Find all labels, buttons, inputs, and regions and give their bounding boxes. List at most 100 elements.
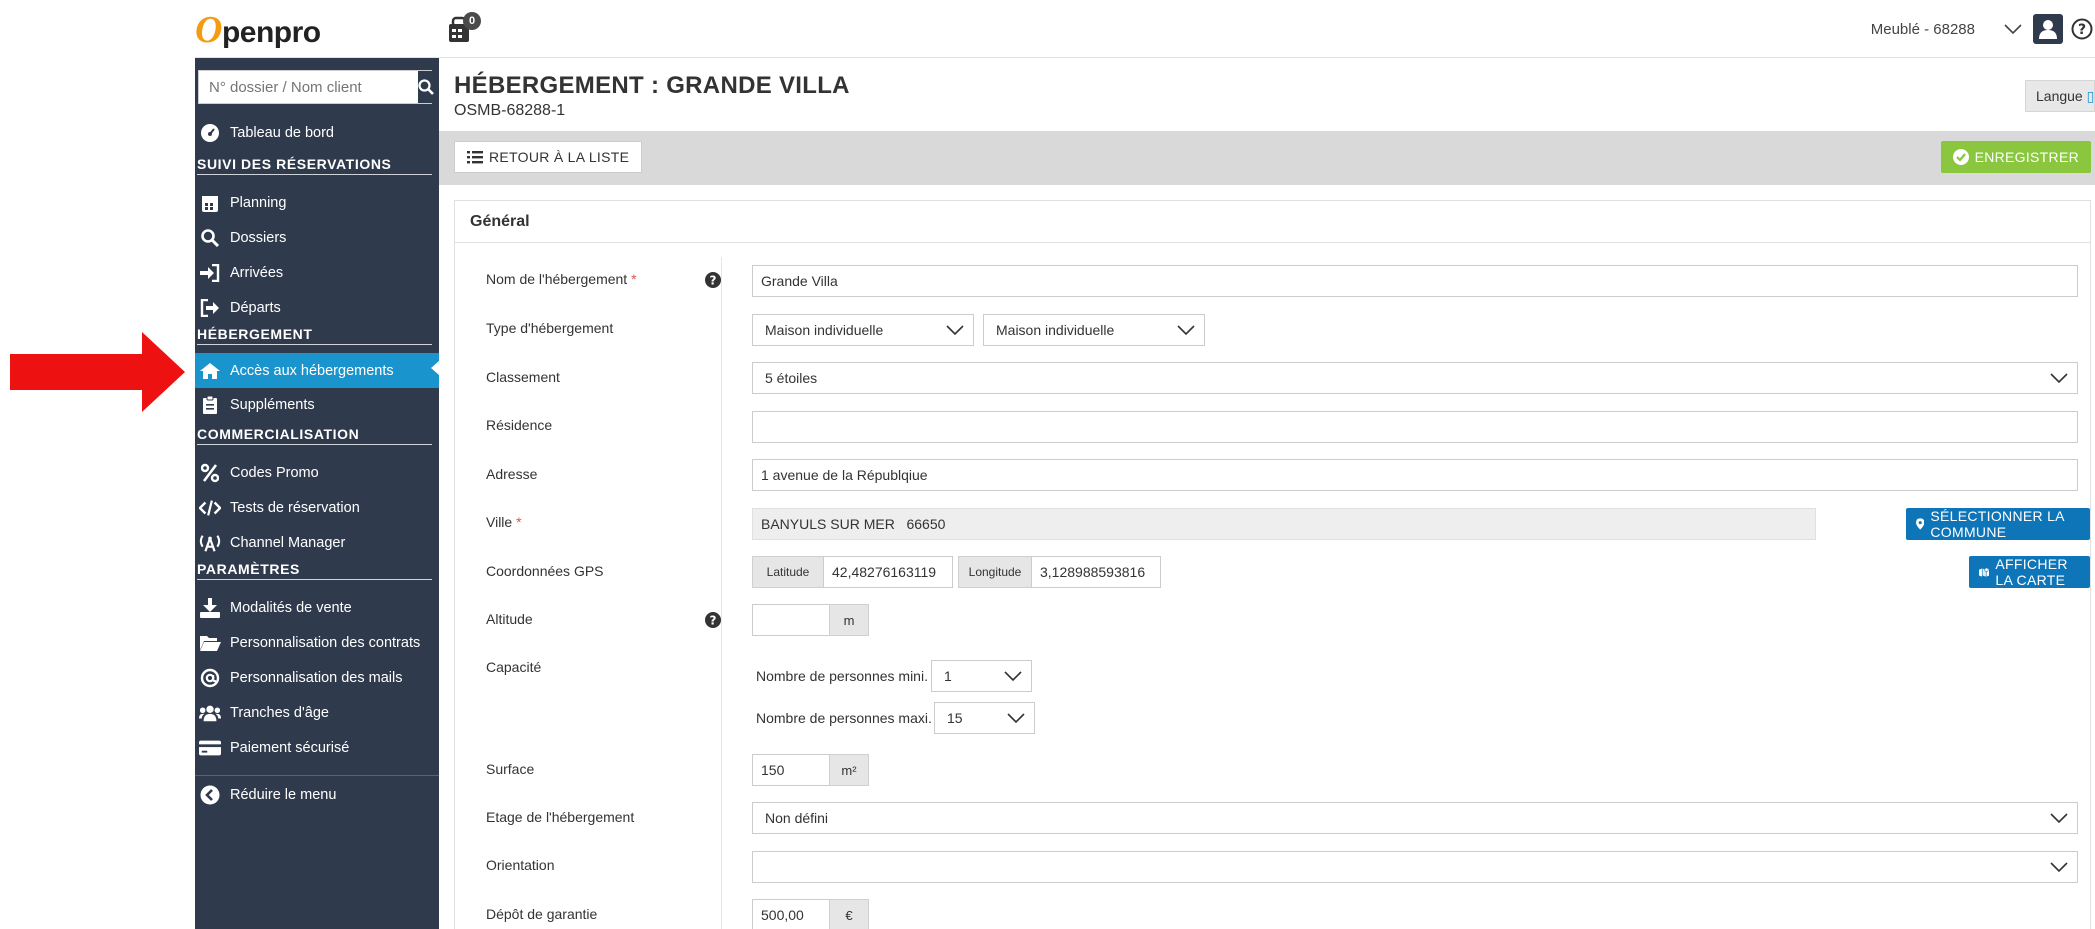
sidebar-item-reduire-menu[interactable]: Réduire le menu — [195, 780, 439, 810]
residence-input[interactable] — [752, 411, 2078, 443]
label-ville: Ville * — [486, 514, 522, 530]
annotation-arrow-icon — [10, 332, 185, 412]
type-select-1[interactable]: Maison individuelle — [752, 314, 974, 346]
sidebar-item-label: Arrivées — [230, 265, 284, 281]
svg-text:?: ? — [2078, 22, 2086, 38]
altitude-input[interactable] — [752, 604, 830, 636]
sidebar-item-acces-hebergements[interactable]: Accès aux hébergements — [195, 353, 439, 388]
chevron-down-icon[interactable] — [2003, 19, 2023, 39]
sidebar-item-label: Réduire le menu — [230, 787, 337, 803]
section-hebergement: HÉBERGEMENT — [197, 326, 432, 345]
nom-input[interactable]: Grande Villa — [752, 265, 2078, 297]
label-type: Type d'hébergement — [486, 320, 614, 336]
chevron-down-icon — [2050, 813, 2068, 824]
sidebar-item-modalites-vente[interactable]: Modalités de vente — [195, 593, 439, 623]
depot-input[interactable]: 500,00 — [752, 899, 830, 929]
top-bar: Openpro 0 Meublé - 68288 ? — [195, 0, 2095, 58]
user-icon[interactable] — [2033, 14, 2063, 44]
sign-out-icon — [199, 297, 221, 319]
pers-maxi-label: Nombre de personnes maxi. — [756, 710, 932, 726]
sign-in-icon — [199, 262, 221, 284]
etage-select[interactable]: Non défini — [752, 802, 2078, 834]
question-circle-icon[interactable]: ? — [705, 612, 721, 628]
sidebar-item-label: Personnalisation des contrats — [230, 635, 421, 651]
list-icon — [467, 151, 483, 164]
broadcast-icon — [199, 532, 221, 554]
latitude-input[interactable]: 42,48276163119 — [823, 556, 953, 588]
label-residence: Résidence — [486, 417, 553, 433]
sidebar-item-label: Paiement sécurisé — [230, 740, 350, 756]
sidebar-item-paiement-securise[interactable]: Paiement sécurisé — [195, 733, 439, 763]
sidebar-item-label: Accès aux hébergements — [230, 362, 394, 379]
question-circle-icon[interactable]: ? — [705, 272, 721, 288]
label-adresse: Adresse — [486, 466, 538, 482]
percent-icon — [199, 462, 221, 484]
search-icon — [199, 227, 221, 249]
sidebar-item-departs[interactable]: Départs — [195, 293, 439, 323]
sidebar-item-codes-promo[interactable]: Codes Promo — [195, 458, 439, 488]
back-to-list-button[interactable]: RETOUR À LA LISTE — [454, 141, 643, 173]
sidebar-item-perso-mails[interactable]: Personnalisation des mails — [195, 663, 439, 693]
orientation-select[interactable] — [752, 851, 2078, 883]
svg-text:?: ? — [710, 274, 717, 288]
panel-separator — [721, 257, 722, 929]
page-subtitle: OSMB-68288-1 — [454, 102, 566, 119]
section-suivi: SUIVI DES RÉSERVATIONS — [197, 156, 432, 175]
sidebar-item-dossiers[interactable]: Dossiers — [195, 223, 439, 253]
page: Openpro 0 Meublé - 68288 ? N° dossier / … — [0, 0, 2095, 929]
label-surface: Surface — [486, 761, 535, 777]
sidebar-item-arrivees[interactable]: Arrivées — [195, 258, 439, 288]
sidebar-item-tests-reservation[interactable]: Tests de réservation — [195, 493, 439, 523]
general-panel: Général Nom de l'hébergement * ? Grande … — [454, 200, 2091, 929]
users-icon — [199, 702, 221, 724]
sidebar-item-channel-manager[interactable]: Channel Manager — [195, 528, 439, 558]
label-altitude: Altitude — [486, 611, 533, 627]
chevron-down-icon — [2050, 862, 2068, 873]
code-icon — [199, 497, 221, 519]
site-selector-label[interactable]: Meublé - 68288 — [1871, 21, 1975, 38]
afficher-carte-button[interactable]: AFFICHER LA CARTE — [1969, 556, 2090, 588]
download-icon — [199, 597, 221, 619]
svg-text:?: ? — [710, 614, 717, 628]
credit-card-icon — [199, 737, 221, 759]
sidebar-divider — [195, 775, 439, 776]
longitude-input[interactable]: 3,128988593816 — [1031, 556, 1161, 588]
sidebar-item-dashboard[interactable]: Tableau de bord — [195, 118, 439, 148]
chevron-down-icon — [1004, 671, 1022, 682]
sidebar-item-perso-contrats[interactable]: Personnalisation des contrats — [195, 628, 439, 658]
type-select-2[interactable]: Maison individuelle — [983, 314, 1205, 346]
label-etage: Etage de l'hébergement — [486, 809, 635, 825]
sidebar-item-label: Codes Promo — [230, 465, 319, 481]
sidebar-item-planning[interactable]: Planning — [195, 188, 439, 218]
langue-button[interactable]: Langue ▯ — [2025, 80, 2095, 112]
dashboard-icon — [199, 122, 221, 144]
select-commune-button[interactable]: SÉLECTIONNER LA COMMUNE — [1906, 508, 2090, 540]
surface-input[interactable]: 150 — [752, 754, 830, 786]
latitude-addon: Latitude — [752, 556, 824, 588]
sidebar-item-tranches-age[interactable]: Tranches d'âge — [195, 698, 439, 728]
sidebar: Tableau de bord SUIVI DES RÉSERVATIONS P… — [195, 58, 439, 929]
classement-select[interactable]: 5 étoiles — [752, 362, 2078, 394]
calendar-icon — [199, 192, 221, 214]
pers-mini-select[interactable]: 1 — [931, 660, 1032, 692]
app-logo[interactable]: Openpro — [195, 8, 321, 52]
sidebar-item-supplements[interactable]: Suppléments — [195, 390, 439, 420]
sidebar-item-label: Dossiers — [230, 230, 287, 246]
search-icon — [418, 79, 434, 95]
cart-count-badge: 0 — [463, 12, 481, 30]
sidebar-search — [198, 70, 434, 104]
adresse-input[interactable]: 1 avenue de la Républqiue — [752, 459, 2078, 491]
sidebar-item-label: Tableau de bord — [230, 125, 334, 141]
page-title: HÉBERGEMENT : GRANDE VILLA — [454, 72, 850, 99]
sidebar-item-label: Planning — [230, 195, 287, 211]
search-button[interactable] — [418, 71, 434, 103]
pers-maxi-select[interactable]: 15 — [934, 702, 1035, 734]
label-depot: Dépôt de garantie — [486, 906, 598, 922]
chevron-circle-left-icon — [199, 784, 221, 806]
help-icon[interactable]: ? — [2071, 18, 2093, 40]
label-capacite: Capacité — [486, 659, 542, 675]
search-input[interactable] — [199, 71, 418, 103]
save-button[interactable]: ENREGISTRER — [1940, 141, 2091, 173]
folder-open-icon — [199, 632, 221, 654]
label-classement: Classement — [486, 369, 560, 385]
